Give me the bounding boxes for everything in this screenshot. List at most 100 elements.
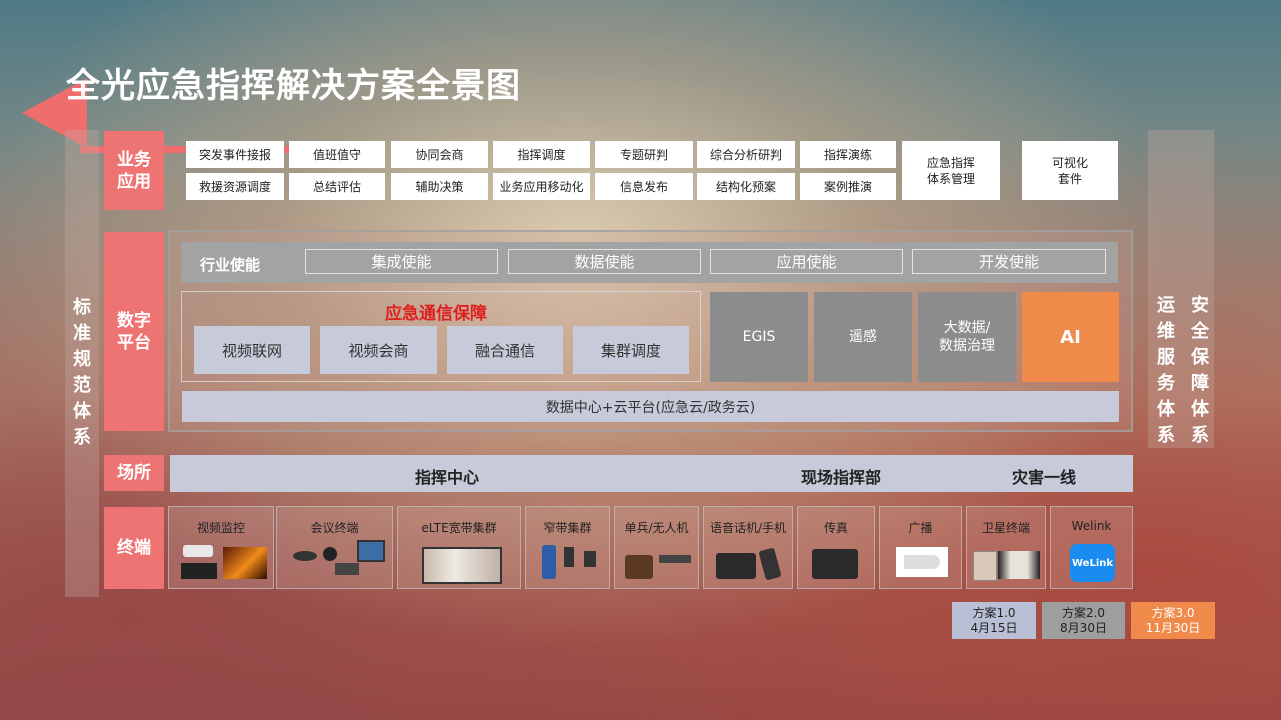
conference-camera-icon [323, 547, 337, 561]
site-item[interactable]: 现场指挥部 [801, 464, 881, 488]
terminal-elte[interactable]: eLTE宽带集群 [397, 506, 521, 589]
desk-phone-icon [716, 553, 756, 579]
terminal-label: 语音话机/手机 [709, 521, 787, 535]
terminal-label: 会议终端 [310, 521, 359, 535]
layer-label-site: 场所 [104, 455, 164, 491]
enablement-item[interactable]: 应用使能 [710, 249, 903, 274]
terminal-label: 视频监控 [196, 521, 245, 535]
conference-unit-icon [293, 551, 317, 561]
terminal-conference[interactable]: 会议终端 [276, 506, 393, 589]
security-panel-label: 安全保障体系 [1191, 295, 1209, 446]
app-item[interactable]: 辅助决策 [391, 173, 488, 200]
enablement-item[interactable]: 集成使能 [305, 249, 498, 274]
layer-label-digital-text: 数字平台 [117, 310, 151, 353]
welink-logo-icon: WeLink [1070, 544, 1115, 582]
comm-item[interactable]: 视频联网 [194, 326, 310, 374]
satellite-phone-icon [973, 551, 997, 581]
emergency-comm-title: 应急通信保障 [385, 304, 487, 324]
fire-image-icon [223, 547, 267, 579]
mobile-phone-icon [758, 547, 782, 581]
terminal-label: eLTE宽带集群 [421, 521, 497, 535]
command-system-line1: 应急指挥 [926, 155, 975, 170]
app-item[interactable]: 业务应用移动化 [493, 173, 590, 200]
cloud-platform-bar[interactable]: 数据中心+云平台(应急云/政务云) [182, 391, 1119, 422]
version-name: 方案2.0 [1061, 605, 1106, 620]
version-badge[interactable]: 方案2.0 8月30日 [1042, 602, 1125, 639]
visual-kit-line1: 可视化 [1051, 155, 1088, 170]
terminal-label: 单兵/无人机 [624, 521, 689, 535]
drone-icon [659, 555, 691, 563]
ai-box[interactable]: AI [1022, 292, 1119, 382]
command-system-box[interactable]: 应急指挥 体系管理 [902, 141, 1000, 200]
terminal-phone[interactable]: 语音话机/手机 [703, 506, 793, 589]
enablement-title: 行业使能 [200, 256, 261, 274]
app-item[interactable]: 信息发布 [595, 173, 693, 200]
ops-service-panel-label: 运维服务体系 [1157, 295, 1175, 446]
version-date: 4月15日 [970, 620, 1018, 635]
version-badge[interactable]: 方案1.0 4月15日 [952, 602, 1036, 639]
comm-item[interactable]: 集群调度 [573, 326, 689, 374]
backpack-icon [625, 555, 653, 579]
video-call-image-icon [422, 547, 502, 584]
enablement-item[interactable]: 开发使能 [912, 249, 1106, 274]
bigdata-line2: 数据治理 [939, 338, 995, 354]
terminal-soldier-drone[interactable]: 单兵/无人机 [614, 506, 699, 589]
comm-item[interactable]: 视频会商 [320, 326, 437, 374]
camera-icon [183, 545, 213, 557]
standards-panel-label: 标准规范体系 [73, 297, 91, 448]
command-system-line2: 体系管理 [926, 171, 975, 186]
terminal-fax[interactable]: 传真 [797, 506, 875, 589]
terminal-label: 卫星终端 [981, 521, 1030, 535]
terminal-label: 传真 [823, 521, 848, 535]
page-title: 全光应急指挥解决方案全景图 [66, 66, 521, 106]
satellite-video-image [998, 551, 1040, 579]
app-item[interactable]: 协同会商 [391, 141, 488, 168]
layer-label-terminal: 终端 [104, 507, 164, 589]
terminal-satellite[interactable]: 卫星终端 [966, 506, 1046, 589]
version-name: 方案1.0 [972, 605, 1016, 620]
conference-display-icon [357, 540, 385, 562]
camera-screen-icon [181, 563, 217, 579]
radio-icon [564, 547, 574, 567]
app-item[interactable]: 专题研判 [595, 141, 693, 168]
fax-machine-icon [812, 549, 858, 579]
visual-kit-box[interactable]: 可视化 套件 [1022, 141, 1118, 200]
layer-label-digital: 数字平台 [104, 232, 164, 431]
police-officer-icon [542, 545, 556, 579]
terminal-welink[interactable]: Welink WeLink [1050, 506, 1133, 589]
app-item[interactable]: 案例推演 [800, 173, 896, 200]
version-date: 8月30日 [1060, 620, 1107, 635]
layer-label-business-text: 业务应用 [117, 149, 151, 192]
loudspeaker-icon [904, 555, 940, 569]
terminal-label: Welink [1071, 519, 1112, 533]
visual-kit-line2: 套件 [1057, 171, 1082, 186]
app-item[interactable]: 结构化预案 [697, 173, 795, 200]
terminal-label: 窄带集群 [543, 521, 592, 535]
site-item[interactable]: 指挥中心 [415, 464, 479, 488]
bigdata-line1: 大数据/ [943, 320, 991, 336]
version-name: 方案3.0 [1151, 605, 1195, 620]
bigdata-box[interactable]: 大数据/ 数据治理 [918, 292, 1016, 382]
enablement-item[interactable]: 数据使能 [508, 249, 701, 274]
app-item[interactable]: 救援资源调度 [186, 173, 284, 200]
remote-sensing-box[interactable]: 遥感 [814, 292, 912, 382]
radio-icon [584, 551, 596, 567]
comm-item[interactable]: 融合通信 [447, 326, 563, 374]
terminal-video-surveillance[interactable]: 视频监控 [168, 506, 274, 589]
app-item[interactable]: 指挥调度 [493, 141, 590, 168]
version-date: 11月30日 [1145, 620, 1201, 635]
app-item[interactable]: 指挥演练 [800, 141, 896, 168]
egis-box[interactable]: EGIS [710, 292, 808, 382]
terminal-narrowband[interactable]: 窄带集群 [525, 506, 610, 589]
app-item[interactable]: 值班值守 [289, 141, 385, 168]
site-bar [170, 455, 1133, 492]
site-item[interactable]: 灾害一线 [1012, 464, 1076, 488]
app-item[interactable]: 总结评估 [289, 173, 385, 200]
terminal-label: 广播 [908, 521, 933, 535]
conference-phone-icon [335, 563, 359, 575]
app-item[interactable]: 突发事件接报 [186, 141, 284, 168]
app-item[interactable]: 综合分析研判 [697, 141, 795, 168]
version-badge[interactable]: 方案3.0 11月30日 [1131, 602, 1215, 639]
terminal-broadcast[interactable]: 广播 [879, 506, 962, 589]
layer-label-business: 业务应用 [104, 131, 164, 210]
